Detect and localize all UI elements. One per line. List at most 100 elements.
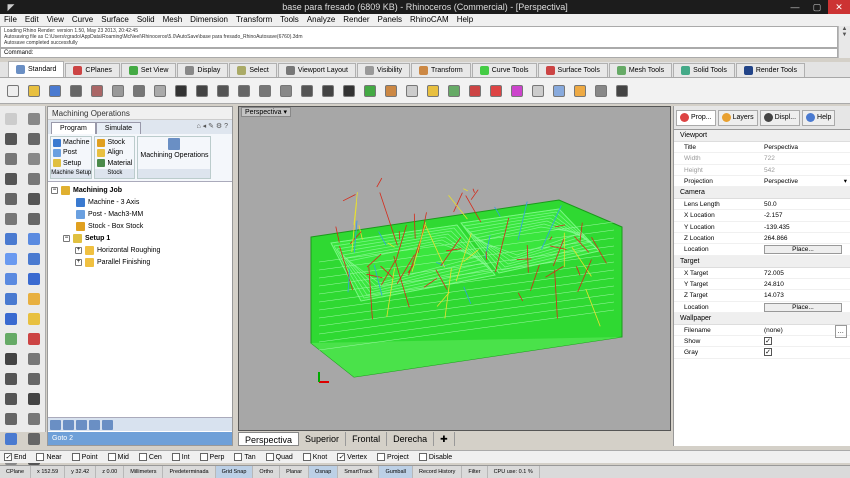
save-icon[interactable] xyxy=(46,82,64,100)
prop-value[interactable]: ✓ xyxy=(762,347,850,357)
status-y-32-42[interactable]: y 32.42 xyxy=(65,466,97,478)
status-cpu-use-0-1-[interactable]: CPU use: 0.1 % xyxy=(488,466,540,478)
properties-icon[interactable] xyxy=(466,82,484,100)
menu-item-edit[interactable]: Edit xyxy=(21,14,43,26)
tree-node[interactable]: Post - Mach3-MM xyxy=(51,208,229,220)
explode-tool-icon[interactable] xyxy=(25,310,43,327)
fillet-tool-icon[interactable] xyxy=(25,190,43,207)
ribbon-button-post[interactable]: Post xyxy=(53,148,89,157)
panel-tab-program[interactable]: Program xyxy=(51,122,96,134)
sphere-tool-icon[interactable] xyxy=(25,270,43,287)
expand-toggle-icon[interactable]: − xyxy=(63,234,70,242)
ribbon-button-material[interactable]: Material xyxy=(97,159,132,168)
osnap-cen[interactable]: Cen xyxy=(138,453,162,461)
layer-icon[interactable] xyxy=(445,82,463,100)
dimension-tool-icon[interactable] xyxy=(25,430,43,447)
menu-item-surface[interactable]: Surface xyxy=(97,14,133,26)
tab-curve-tools[interactable]: Curve Tools xyxy=(471,63,537,77)
viewport-tab-superior[interactable]: Superior xyxy=(299,432,347,446)
osnap-checkbox[interactable] xyxy=(171,453,180,461)
box-tool-icon[interactable] xyxy=(2,270,20,287)
dropdown-arrow-icon[interactable]: ▾ xyxy=(844,176,847,187)
prop-value[interactable]: Place... xyxy=(762,302,850,312)
copy-obj-tool-icon[interactable] xyxy=(25,370,43,387)
prop-value[interactable]: Perspectiva xyxy=(762,142,850,152)
prop-value[interactable]: 14.073 xyxy=(762,290,850,300)
osnap-mid[interactable]: Mid xyxy=(107,453,129,461)
tab-set-view[interactable]: Set View xyxy=(120,63,177,77)
surface-tool-icon[interactable] xyxy=(2,230,20,247)
props-tab-2[interactable]: Displ... xyxy=(759,109,801,126)
light-icon[interactable] xyxy=(550,82,568,100)
perspective-viewport[interactable]: Perspectiva ▾ xyxy=(238,106,671,431)
status-smarttrack[interactable]: SmartTrack xyxy=(338,466,380,478)
op-tool-icon[interactable] xyxy=(89,420,100,430)
expand-toggle-icon[interactable]: − xyxy=(51,186,58,194)
split-tool-icon[interactable] xyxy=(25,330,43,347)
loft-tool-icon[interactable] xyxy=(25,250,43,267)
status-osnap[interactable]: Osnap xyxy=(309,466,339,478)
ribbon-button-stock[interactable]: Stock xyxy=(97,138,132,147)
status-grid-snap[interactable]: Grid Snap xyxy=(215,466,254,478)
ribbon-button-machine[interactable]: Machine xyxy=(53,138,89,147)
paste-icon[interactable] xyxy=(151,82,169,100)
status-ortho[interactable]: Ortho xyxy=(253,466,281,478)
tab-visibility[interactable]: Visibility xyxy=(356,63,411,77)
osnap-int[interactable]: Int xyxy=(171,453,190,461)
new-file-icon[interactable] xyxy=(4,82,22,100)
osnap-end[interactable]: ✓ End xyxy=(4,453,26,461)
zoom-selected-icon[interactable] xyxy=(298,82,316,100)
prop-value[interactable]: 50.0 xyxy=(762,199,850,209)
tab-solid-tools[interactable]: Solid Tools xyxy=(673,63,735,77)
select-tool-icon[interactable] xyxy=(2,110,20,127)
prop-value[interactable]: 72.005 xyxy=(762,268,850,278)
osnap-quad[interactable]: Quad xyxy=(265,453,293,461)
osnap-perp[interactable]: Perp xyxy=(199,453,224,461)
osnap-knot[interactable]: Knot xyxy=(302,453,327,461)
join-tool-icon[interactable] xyxy=(2,350,20,367)
mirror-tool-icon[interactable] xyxy=(2,410,20,427)
tab-select[interactable]: Select xyxy=(229,63,277,77)
import-icon[interactable] xyxy=(88,82,106,100)
extend-tool-icon[interactable] xyxy=(25,210,43,227)
goto-bar[interactable]: Goto 2 xyxy=(48,432,232,445)
osnap-vertex[interactable]: ✓ Vertex xyxy=(337,453,367,461)
mesh-tool-icon[interactable] xyxy=(2,310,20,327)
zoom-icon[interactable] xyxy=(235,82,253,100)
prop-value[interactable]: -2.157 xyxy=(762,210,850,220)
status-gumball[interactable]: Gumball xyxy=(379,466,413,478)
undo-icon[interactable] xyxy=(172,82,190,100)
hide-icon[interactable] xyxy=(403,82,421,100)
osnap-checkbox[interactable] xyxy=(199,453,208,461)
menu-item-transform[interactable]: Transform xyxy=(232,14,276,26)
polygon-tool-icon[interactable] xyxy=(2,190,20,207)
maximize-button[interactable]: ▢ xyxy=(806,0,828,14)
tab-surface-tools[interactable]: Surface Tools xyxy=(537,63,608,77)
prop-value[interactable]: -139.435 xyxy=(762,222,850,232)
render-icon[interactable] xyxy=(529,82,547,100)
osnap-checkbox[interactable] xyxy=(234,453,243,461)
menu-item-render[interactable]: Render xyxy=(339,14,373,26)
checkbox[interactable]: ✓ xyxy=(764,337,772,346)
menu-item-panels[interactable]: Panels xyxy=(374,14,406,26)
sweep-tool-icon[interactable] xyxy=(2,250,20,267)
expand-toggle-icon[interactable]: + xyxy=(75,246,82,254)
menu-item-rhinocam[interactable]: RhinoCAM xyxy=(406,14,453,26)
trim-tool-icon[interactable] xyxy=(2,330,20,347)
props-tab-0[interactable]: Prop... xyxy=(676,109,716,126)
osnap-checkbox[interactable] xyxy=(377,453,386,461)
color-icon[interactable] xyxy=(508,82,526,100)
menu-item-dimension[interactable]: Dimension xyxy=(186,14,232,26)
props-tab-3[interactable]: Help xyxy=(802,109,836,126)
snap-icon[interactable] xyxy=(613,82,631,100)
op-tool-icon[interactable] xyxy=(50,420,61,430)
osnap-checkbox[interactable] xyxy=(107,453,116,461)
tab-cplanes[interactable]: CPlanes xyxy=(65,63,120,77)
menu-item-curve[interactable]: Curve xyxy=(68,14,97,26)
options-icon[interactable] xyxy=(592,82,610,100)
command-input[interactable]: Command: xyxy=(0,48,838,58)
array-tool-icon[interactable] xyxy=(25,410,43,427)
status-x-152-59[interactable]: x 152.59 xyxy=(31,466,66,478)
viewport-tab-perspectiva[interactable]: Perspectiva xyxy=(238,432,300,446)
zoom-window-icon[interactable] xyxy=(256,82,274,100)
